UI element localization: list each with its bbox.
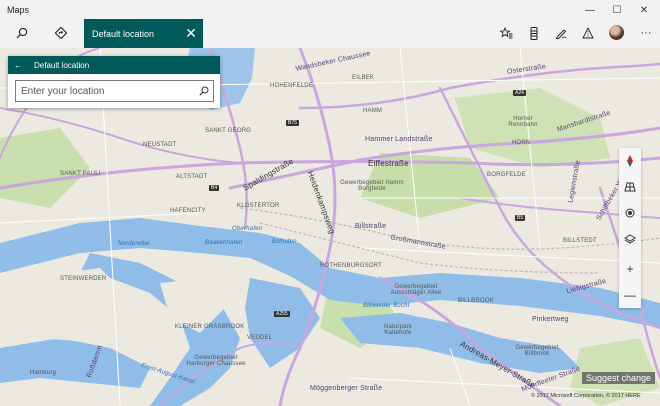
search-button[interactable]	[10, 22, 34, 44]
panel-title: Default location	[34, 60, 90, 70]
locate-icon	[625, 208, 635, 218]
map-label: BILLBROOK	[458, 298, 494, 304]
map-label: NEUSTADT	[143, 142, 177, 148]
close-window-button[interactable]: ✕	[631, 3, 657, 17]
map-label: Gewerbegebiet Harburger Chaussee	[186, 355, 246, 367]
panel-header: ← Default location	[8, 56, 220, 74]
map-label: EILBEK	[352, 75, 375, 81]
map-label: STEINWERDER	[60, 276, 107, 282]
avatar[interactable]	[609, 25, 624, 40]
map-label: Gewerbegebiet Hamm Borgfelde	[340, 180, 404, 192]
map-label: Eiffestraße	[368, 159, 409, 168]
tab-default-location[interactable]: Default location ✕	[84, 19, 203, 48]
road-shield: B4	[209, 185, 220, 191]
back-button[interactable]: ←	[8, 56, 28, 74]
location-search-input[interactable]	[16, 82, 196, 100]
tilt-icon	[624, 182, 636, 192]
suggest-change-button[interactable]: Suggest change	[582, 372, 656, 384]
ink-icon	[555, 29, 567, 39]
compass-button[interactable]	[619, 148, 641, 174]
favorites-icon	[499, 27, 512, 39]
copyright-text: © 2017 Microsoft Corporation, © 2017 HER…	[531, 393, 641, 399]
map-label: ROTHENBURGSORT	[320, 263, 383, 269]
compass-icon	[627, 155, 633, 167]
map-label: SANKT PAULI	[60, 171, 101, 177]
zoom-out-button[interactable]: —	[619, 282, 641, 308]
map-label: Oberhafen	[232, 226, 263, 232]
traffic-button[interactable]	[576, 22, 600, 44]
tilt-button[interactable]	[619, 174, 641, 200]
map-controls: + —	[619, 148, 641, 308]
map-label: Möggenberger Straße	[310, 385, 383, 392]
app-title: Maps	[7, 5, 30, 15]
layers-button[interactable]	[619, 226, 641, 252]
map-label: ALTSTADT	[176, 174, 208, 180]
road-shield: A24	[513, 90, 526, 96]
map-label: Baakenhafen	[205, 240, 243, 246]
map-label: Hamburg	[30, 370, 57, 376]
default-location-panel: ← Default location	[8, 56, 220, 108]
map-label: Horner Rennbahn	[508, 116, 538, 128]
map-label: BILLSTEDT	[563, 238, 597, 244]
search-icon	[16, 27, 28, 39]
map-label: KLEINER GRASBROOK	[175, 324, 245, 330]
map-label: HORN	[512, 140, 531, 146]
directions-button[interactable]	[49, 22, 73, 44]
map-label: HAFENCITY	[170, 208, 206, 214]
layers-icon	[624, 234, 636, 244]
map-label: HAMM	[363, 108, 383, 114]
maximize-button[interactable]: ☐	[604, 3, 630, 17]
map-label: Billhafen	[272, 239, 297, 245]
map-label: Naturpark Kaltehofe	[383, 324, 413, 336]
tab-close-button[interactable]: ✕	[183, 25, 199, 41]
map-label: Hammer Landstraße	[365, 136, 433, 143]
road-shield: A255	[274, 311, 290, 317]
collections-icon	[530, 26, 538, 40]
road-shield: B75	[286, 120, 299, 126]
map-label: Pinkertweg	[532, 316, 569, 323]
map-label: BORGFELDE	[487, 172, 526, 178]
search-icon[interactable]	[196, 83, 212, 99]
map-label: Gewerbegebiet Billbrook	[515, 345, 559, 357]
zoom-in-button[interactable]: +	[619, 256, 641, 282]
map-label: SANKT GEORG	[205, 128, 252, 134]
collections-button[interactable]	[522, 22, 546, 44]
traffic-icon	[582, 27, 594, 39]
favorites-button[interactable]	[494, 22, 518, 44]
locate-me-button[interactable]	[619, 200, 641, 226]
more-button[interactable]: ···	[634, 22, 658, 44]
ink-button[interactable]	[549, 22, 573, 44]
map-label: Billwerder Bucht	[363, 303, 410, 309]
map-label: KLOSTERTOR	[237, 203, 280, 209]
tab-label: Default location	[92, 28, 155, 39]
location-search-box[interactable]	[15, 80, 214, 102]
directions-icon	[55, 27, 67, 39]
title-bar: Maps — ☐ ✕ Default location ✕ ···	[0, 0, 660, 48]
map-label: Gewerbegebiet Ausschläger Allee	[390, 284, 442, 296]
map-label: HOHENFELDE	[270, 83, 314, 89]
road-shield: B5	[515, 215, 526, 221]
map-label: VEDDEL	[247, 335, 273, 341]
map-label: Billstraße	[355, 223, 387, 230]
minimize-button[interactable]: —	[577, 3, 603, 17]
map-label: Norderelbe	[118, 241, 150, 247]
